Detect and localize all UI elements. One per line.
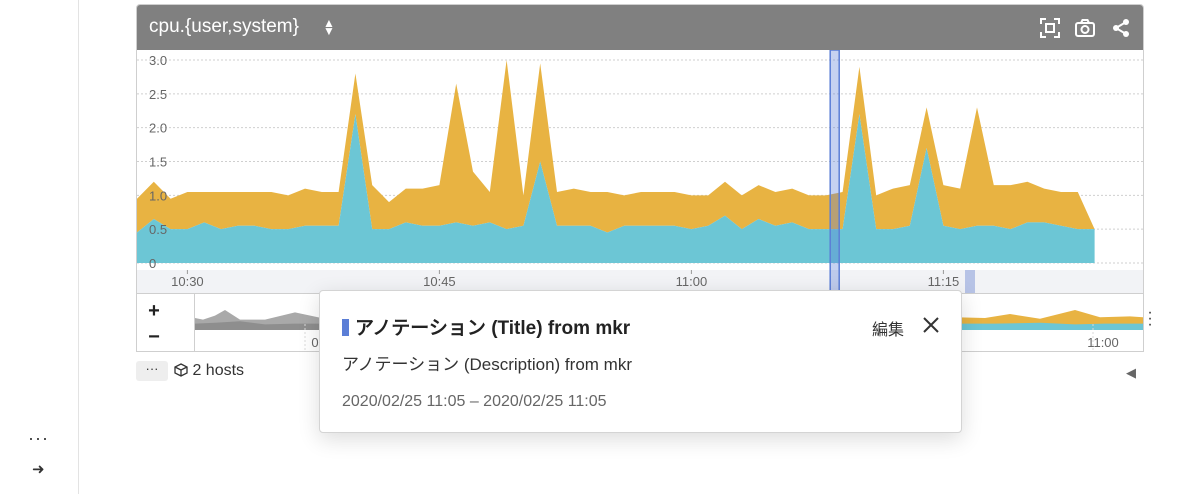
collapse-arrow-icon[interactable]: ◀ [1126, 365, 1136, 381]
more-button[interactable]: ··· [136, 361, 168, 381]
overview-system-area [955, 322, 1143, 330]
annotation-band[interactable] [829, 50, 840, 293]
annotation-title-text: アノテーション (Title) from mkr [355, 318, 631, 339]
x-tick-label: 11:15 [928, 274, 960, 289]
annotation-title: アノテーション (Title) from mkr [342, 313, 630, 340]
zoom-out-button[interactable]: − [145, 326, 163, 349]
annotation-time-range: 2020/02/25 11:05 – 2020/02/25 11:05 [342, 393, 607, 410]
arrow-right-icon[interactable]: ➜ [32, 460, 45, 478]
y-tick-label: 3.0 [149, 53, 167, 68]
annotation-description: アノテーション (Description) from mkr [342, 355, 632, 374]
y-tick-label: 2.0 [149, 121, 167, 136]
left-rail: ··· ➜ [0, 0, 79, 494]
main-chart[interactable]: 3.0 2.5 2.0 1.5 1.0 0.5 0 10:30 10:45 11:00 11:15 [137, 50, 1143, 293]
cube-icon [174, 363, 188, 377]
x-tick-label: 10:30 [171, 274, 204, 289]
edit-button[interactable]: 編集 [872, 316, 904, 340]
close-icon[interactable] [921, 315, 941, 335]
kebab-menu-icon[interactable]: · · · [1146, 305, 1154, 333]
more-icon[interactable]: ··· [28, 428, 49, 449]
fullscreen-icon[interactable] [1039, 17, 1061, 39]
y-tick-label: 2.5 [149, 87, 167, 102]
graph-title: cpu.{user,system} [149, 16, 299, 37]
annotation-axis-marker[interactable] [965, 270, 975, 293]
y-tick-label: 1.5 [149, 155, 167, 170]
x-tick-label: 11:00 [676, 274, 708, 289]
user-series-area [137, 60, 1095, 233]
graph-header: cpu.{user,system} ▲ ▼ [137, 5, 1143, 50]
hosts-label: 2 hosts [192, 362, 245, 379]
annotation-popup: アノテーション (Title) from mkr 編集 アノテーション (Des… [319, 290, 962, 433]
y-tick-label: 0.5 [149, 222, 167, 237]
x-tick-label: 10:45 [423, 274, 456, 289]
overview-tick-label: 11:00 [1087, 335, 1119, 350]
share-icon[interactable] [1110, 17, 1132, 39]
annotation-color-marker [342, 319, 349, 336]
y-tick-label: 1.0 [149, 188, 167, 203]
overview-tick-label: 0 [311, 335, 318, 350]
y-tick-label: 0 [149, 256, 156, 271]
camera-icon[interactable] [1074, 17, 1096, 39]
hosts-link[interactable]: 2 hosts [174, 362, 244, 380]
sort-icon[interactable]: ▲ ▼ [323, 17, 335, 37]
zoom-in-button[interactable]: + [145, 300, 163, 323]
